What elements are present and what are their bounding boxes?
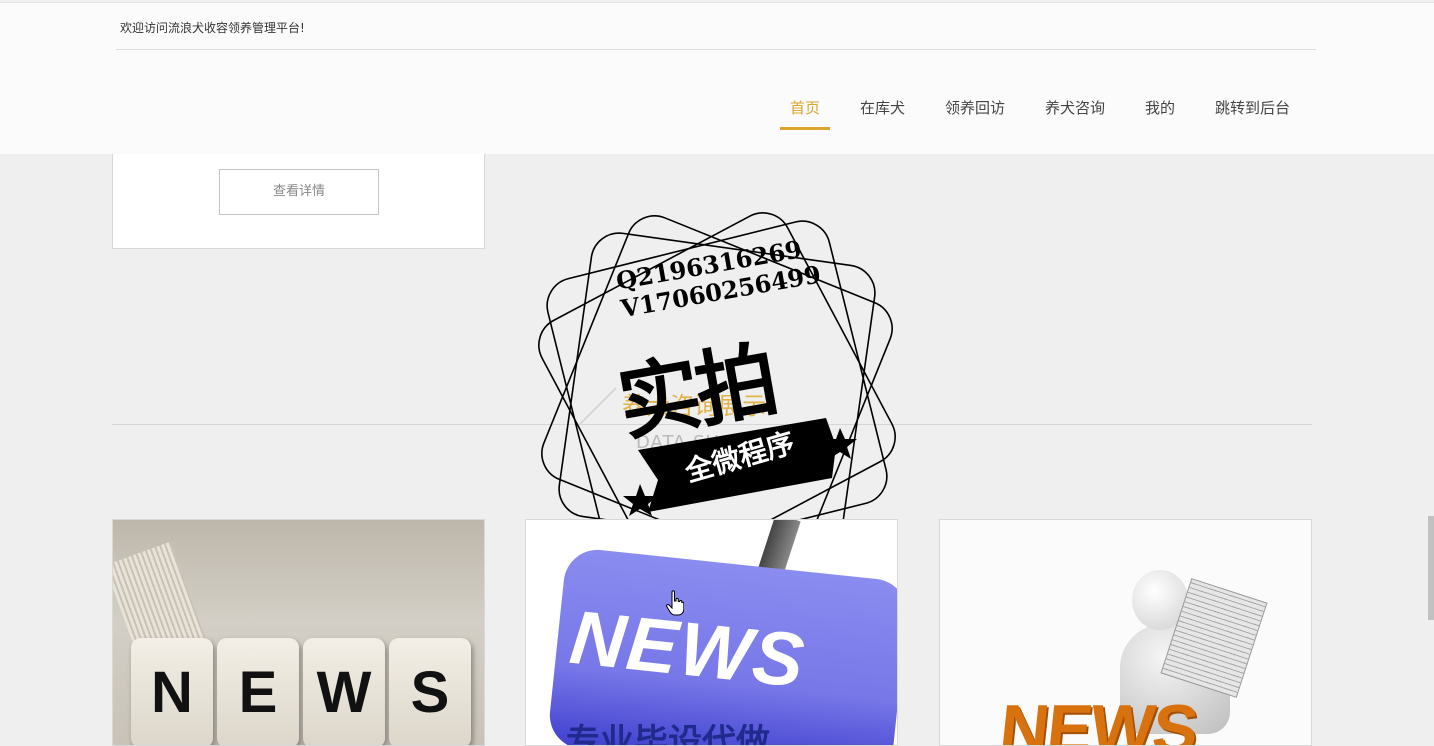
news-dice-e: E bbox=[217, 638, 299, 745]
nav-dog-consult[interactable]: 养犬咨询 bbox=[1045, 87, 1105, 129]
news-dice-n: N bbox=[131, 638, 213, 745]
main-nav: 首页 在库犬 领养回访 养犬咨询 我的 跳转到后台 bbox=[0, 87, 1434, 133]
news-card-1[interactable]: N E W S bbox=[112, 519, 485, 746]
nav-active-indicator bbox=[780, 127, 830, 130]
welcome-text: 欢迎访问流浪犬收容领养管理平台! bbox=[120, 21, 305, 35]
news-key-bottom-text: 专业毕设代做 bbox=[566, 722, 770, 746]
nav-home[interactable]: 首页 bbox=[790, 87, 820, 129]
page-scrollbar[interactable] bbox=[1428, 516, 1434, 620]
news-dice-s: S bbox=[389, 638, 471, 745]
news-card-3[interactable]: NEWS bbox=[939, 519, 1312, 746]
news3-image-text: NEWS bbox=[996, 691, 1200, 746]
header-divider bbox=[116, 49, 1316, 50]
nav-dogs-in-stock[interactable]: 在库犬 bbox=[860, 87, 905, 129]
news-card-2[interactable]: NEWS 专业毕设代做 bbox=[525, 519, 898, 746]
content-card: 查看详情 bbox=[112, 154, 485, 249]
news-dice-w: W bbox=[303, 638, 385, 745]
nav-go-admin[interactable]: 跳转到后台 bbox=[1215, 87, 1290, 129]
nav-mine[interactable]: 我的 bbox=[1145, 87, 1175, 129]
view-details-button[interactable]: 查看详情 bbox=[219, 169, 379, 215]
site-header: 欢迎访问流浪犬收容领养管理平台! 首页 在库犬 领养回访 养犬咨询 我的 跳转到… bbox=[0, 2, 1434, 154]
hand-cursor-icon bbox=[666, 590, 684, 616]
nav-adoption-followup[interactable]: 领养回访 bbox=[945, 87, 1005, 129]
